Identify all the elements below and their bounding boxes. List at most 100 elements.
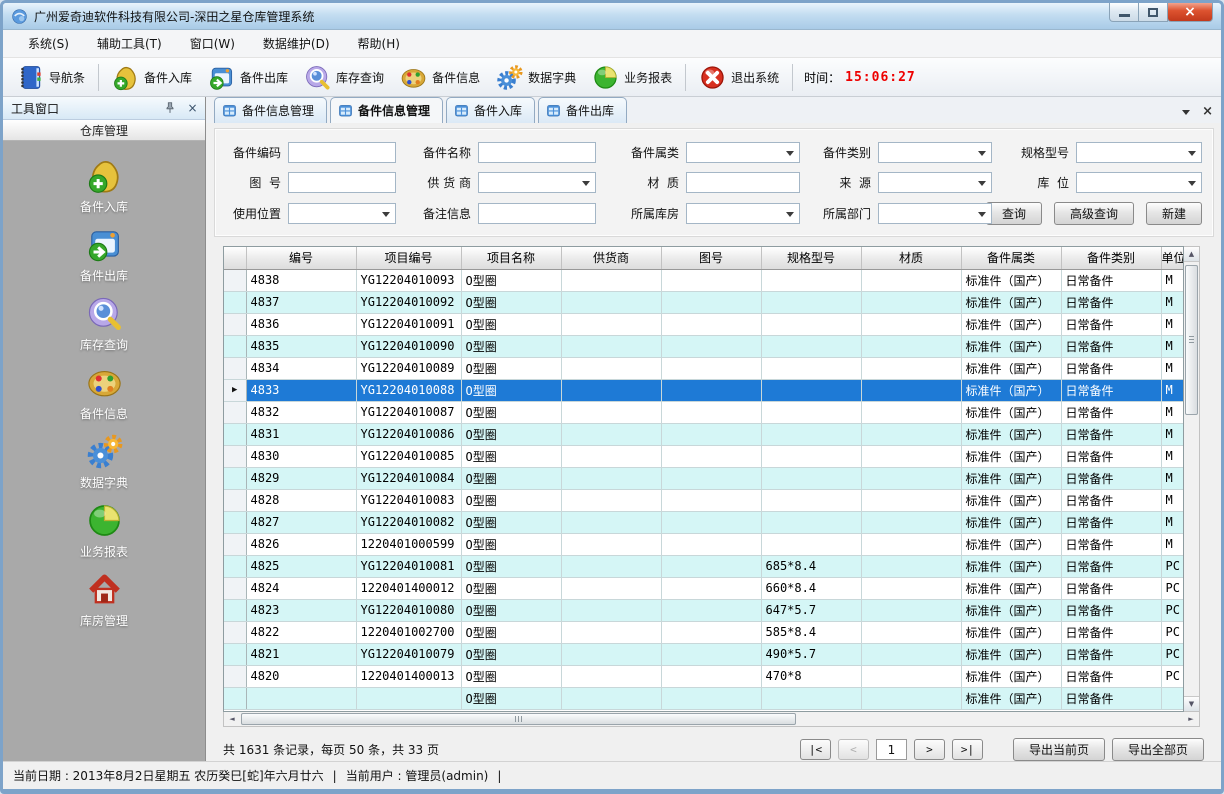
tab-spare-in[interactable]: 备件入库 (446, 97, 535, 123)
cell-project-code[interactable]: YG12204010083 (356, 489, 461, 511)
scroll-right-icon[interactable]: ► (1183, 712, 1199, 726)
cell-supplier[interactable] (561, 401, 661, 423)
cell-spec[interactable] (761, 489, 861, 511)
panel-close-icon[interactable]: × (184, 100, 201, 117)
cell-part-class[interactable]: 标准件（国产） (961, 357, 1061, 379)
table-row[interactable]: 4830YG12204010085O型圈标准件（国产）日常备件M (224, 445, 1184, 467)
row-selector[interactable] (224, 489, 246, 511)
cell-material[interactable] (861, 291, 961, 313)
cell-spec[interactable] (761, 269, 861, 291)
col-unit[interactable]: 单位 (1161, 247, 1184, 269)
sidebar-item-warehouse[interactable]: 库房管理 (3, 571, 205, 640)
cell-project-code[interactable]: YG12204010085 (356, 445, 461, 467)
export-current-page-button[interactable]: 导出当前页 (1013, 738, 1105, 761)
cell-figure-no[interactable] (661, 599, 761, 621)
cell-part-category[interactable]: 日常备件 (1061, 445, 1161, 467)
cell-part-category[interactable]: 日常备件 (1061, 379, 1161, 401)
cell-id[interactable]: 4828 (246, 489, 356, 511)
cell-part-category[interactable]: 日常备件 (1061, 687, 1161, 709)
filter-supplier-select[interactable] (478, 172, 596, 193)
col-project-name[interactable]: 项目名称 (461, 247, 561, 269)
col-part-category[interactable]: 备件类别 (1061, 247, 1161, 269)
cell-figure-no[interactable] (661, 621, 761, 643)
menu-item-3[interactable]: 窗口(W) (179, 30, 246, 57)
cell-id[interactable]: 4830 (246, 445, 356, 467)
tab-spare-out[interactable]: 备件出库 (538, 97, 627, 123)
cell-id[interactable]: 4837 (246, 291, 356, 313)
table-row[interactable]: 4823YG12204010080O型圈647*5.7标准件（国产）日常备件PC (224, 599, 1184, 621)
col-material[interactable]: 材质 (861, 247, 961, 269)
cell-project-code[interactable]: YG12204010093 (356, 269, 461, 291)
cell-project-code[interactable]: YG12204010088 (356, 379, 461, 401)
cell-figure-no[interactable] (661, 533, 761, 555)
filter-source-select[interactable] (878, 172, 992, 193)
table-row[interactable]: 4821YG12204010079O型圈490*5.7标准件（国产）日常备件PC (224, 643, 1184, 665)
cell-part-class[interactable]: 标准件（国产） (961, 533, 1061, 555)
filter-spec-model-select[interactable] (1076, 142, 1202, 163)
col-select[interactable] (224, 247, 246, 269)
cell-material[interactable] (861, 511, 961, 533)
cell-project-name[interactable]: O型圈 (461, 335, 561, 357)
cell-material[interactable] (861, 533, 961, 555)
cell-unit[interactable]: M (1161, 533, 1184, 555)
row-selector[interactable] (224, 313, 246, 335)
cell-project-code[interactable]: YG12204010091 (356, 313, 461, 335)
cell-unit[interactable]: M (1161, 467, 1184, 489)
table-row[interactable]: 4828YG12204010083O型圈标准件（国产）日常备件M (224, 489, 1184, 511)
cell-figure-no[interactable] (661, 445, 761, 467)
advanced-query-button[interactable]: 高级查询 (1054, 202, 1134, 225)
cell-id[interactable]: 4835 (246, 335, 356, 357)
cell-part-class[interactable]: 标准件（国产） (961, 291, 1061, 313)
row-selector[interactable] (224, 577, 246, 599)
cell-figure-no[interactable] (661, 401, 761, 423)
cell-material[interactable] (861, 467, 961, 489)
cell-project-code[interactable]: YG12204010092 (356, 291, 461, 313)
col-id[interactable]: 编号 (246, 247, 356, 269)
cell-material[interactable] (861, 379, 961, 401)
row-selector[interactable] (224, 291, 246, 313)
cell-part-class[interactable]: 标准件（国产） (961, 401, 1061, 423)
cell-figure-no[interactable] (661, 313, 761, 335)
cell-project-code[interactable]: YG12204010084 (356, 467, 461, 489)
cell-material[interactable] (861, 577, 961, 599)
first-page-button[interactable]: |< (800, 739, 831, 760)
filter-part-name-input[interactable] (478, 142, 596, 163)
cell-unit[interactable]: M (1161, 445, 1184, 467)
row-selector[interactable] (224, 621, 246, 643)
cell-id[interactable]: 4820 (246, 665, 356, 687)
cell-part-class[interactable]: 标准件（国产） (961, 621, 1061, 643)
cell-spec[interactable] (761, 313, 861, 335)
col-project-code[interactable]: 项目编号 (356, 247, 461, 269)
toolbar-spare-out-button[interactable]: 备件出库 (200, 61, 296, 94)
cell-unit[interactable]: PC (1161, 555, 1184, 577)
col-spec[interactable]: 规格型号 (761, 247, 861, 269)
col-supplier[interactable]: 供货商 (561, 247, 661, 269)
table-row[interactable]: O型圈标准件（国产）日常备件 (224, 687, 1184, 709)
filter-warehouse-select[interactable] (686, 203, 800, 224)
cell-project-name[interactable]: O型圈 (461, 291, 561, 313)
cell-id[interactable]: 4831 (246, 423, 356, 445)
cell-project-name[interactable]: O型圈 (461, 665, 561, 687)
cell-figure-no[interactable] (661, 489, 761, 511)
cell-project-name[interactable]: O型圈 (461, 269, 561, 291)
cell-supplier[interactable] (561, 621, 661, 643)
cell-part-category[interactable]: 日常备件 (1061, 401, 1161, 423)
row-selector[interactable]: ▶ (224, 379, 246, 401)
cell-figure-no[interactable] (661, 643, 761, 665)
cell-spec[interactable] (761, 291, 861, 313)
cell-spec[interactable]: 647*5.7 (761, 599, 861, 621)
prev-page-button[interactable]: < (838, 739, 869, 760)
cell-figure-no[interactable] (661, 291, 761, 313)
filter-part-code-input[interactable] (288, 142, 396, 163)
query-button[interactable]: 查询 (986, 202, 1042, 225)
cell-spec[interactable] (761, 467, 861, 489)
table-row[interactable]: 4834YG12204010089O型圈标准件（国产）日常备件M (224, 357, 1184, 379)
table-row[interactable]: 4825YG12204010081O型圈685*8.4标准件（国产）日常备件PC (224, 555, 1184, 577)
cell-supplier[interactable] (561, 489, 661, 511)
cell-part-category[interactable]: 日常备件 (1061, 665, 1161, 687)
cell-supplier[interactable] (561, 687, 661, 709)
page-number-input[interactable]: 1 (876, 739, 907, 760)
cell-part-class[interactable]: 标准件（国产） (961, 577, 1061, 599)
cell-unit[interactable]: PC (1161, 621, 1184, 643)
cell-supplier[interactable] (561, 599, 661, 621)
